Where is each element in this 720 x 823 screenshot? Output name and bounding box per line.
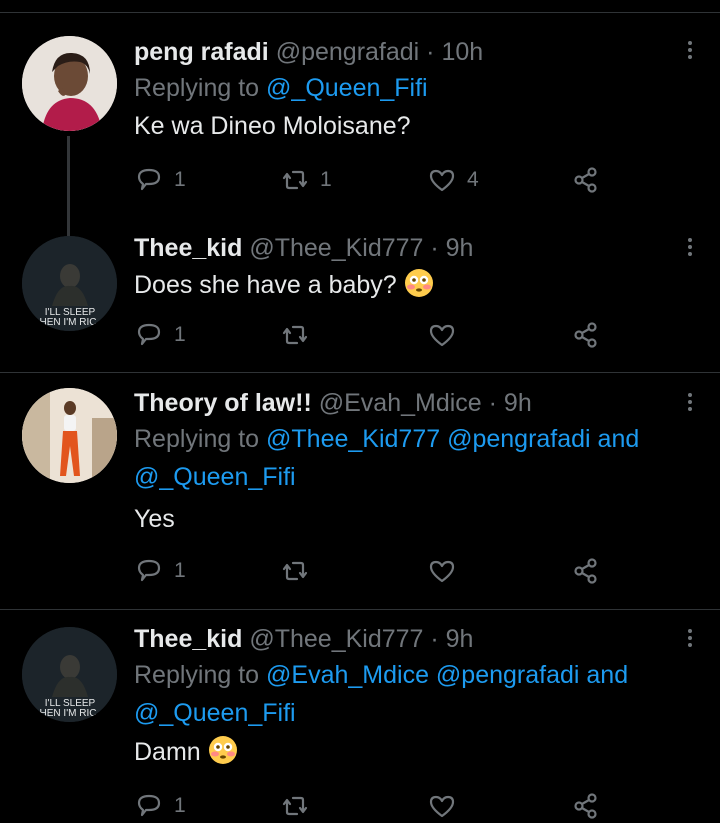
mention-link[interactable]: @_Queen_Fifi <box>266 74 428 102</box>
share-icon <box>574 558 597 584</box>
tweet-actions: 1 <box>134 556 614 586</box>
like-button[interactable]: 4 <box>427 165 479 195</box>
heart-icon <box>429 560 455 583</box>
reply-count: 1 <box>174 794 186 817</box>
retweet-button[interactable] <box>280 556 310 586</box>
tweet-header: peng rafadi @pengrafadi · 10h <box>134 35 680 69</box>
more-icon[interactable] <box>686 38 694 62</box>
divider <box>0 372 720 373</box>
separator: · <box>423 625 446 653</box>
timestamp[interactable]: 9h <box>446 625 474 653</box>
handle[interactable]: @Evah_Mdice <box>319 389 482 417</box>
tweet-actions: 1 <box>134 320 614 350</box>
flushed-face-emoji <box>404 269 433 297</box>
display-name[interactable]: peng rafadi <box>134 38 269 66</box>
timestamp[interactable]: 9h <box>504 389 532 417</box>
share-icon <box>574 793 597 819</box>
retweet-count: 1 <box>320 168 332 191</box>
separator: · <box>419 38 442 66</box>
avatar-thee-kid[interactable]: I'LL SLEEP HEN I'M RIC <box>22 236 117 331</box>
timestamp[interactable]: 10h <box>441 38 483 66</box>
reply-icon <box>137 323 161 346</box>
separator: · <box>481 389 504 417</box>
mention-link[interactable]: @_Queen_Fifi <box>134 694 680 732</box>
display-name[interactable]: Thee_kid <box>134 625 242 653</box>
replying-to: Replying to @Evah_Mdice @pengrafadi and <box>134 661 629 689</box>
share-button[interactable] <box>571 165 601 195</box>
tweet-header: Theory of law!! @Evah_Mdice · 9h <box>134 386 680 420</box>
more-icon[interactable] <box>686 235 694 259</box>
display-name[interactable]: Theory of law!! <box>134 389 312 417</box>
reply-count: 1 <box>174 559 186 582</box>
retweet-icon <box>282 170 308 190</box>
share-button[interactable] <box>571 556 601 586</box>
reply-count: 1 <box>174 323 186 346</box>
retweet-icon <box>282 325 308 345</box>
reply-count: 1 <box>174 168 186 191</box>
reply-button[interactable]: 1 <box>134 556 186 586</box>
tweet-header: Thee_kid @Thee_Kid777 · 9h <box>134 231 680 265</box>
thread-line <box>67 136 70 236</box>
timestamp[interactable]: 9h <box>446 234 474 262</box>
like-button[interactable] <box>427 791 457 821</box>
retweet-button[interactable]: 1 <box>280 165 332 195</box>
tweet-text: Ke wa Dineo Moloisane? <box>134 112 411 140</box>
reply-icon <box>137 168 161 191</box>
top-divider <box>0 0 720 13</box>
avatar-peng-rafadi[interactable] <box>22 36 117 131</box>
handle[interactable]: @Thee_Kid777 <box>249 234 423 262</box>
avatar-text: HEN I'M RIC <box>40 317 97 328</box>
tweet-actions: 1 <box>134 791 614 821</box>
display-name[interactable]: Thee_kid <box>134 234 242 262</box>
retweet-button[interactable] <box>280 791 310 821</box>
replying-to: Replying to @Thee_Kid777 @pengrafadi and <box>134 425 640 453</box>
like-button[interactable] <box>427 320 457 350</box>
tweet-actions: 1 1 4 <box>134 165 614 195</box>
heart-icon <box>429 795 455 818</box>
divider <box>0 609 720 610</box>
replying-to: Replying to @_Queen_Fifi <box>134 74 428 102</box>
reply-button[interactable]: 1 <box>134 320 186 350</box>
heart-icon <box>429 169 455 192</box>
tweet-text: Damn <box>134 733 680 771</box>
retweet-icon <box>282 796 308 816</box>
mention-link[interactable]: @Evah_Mdice @pengrafadi and <box>266 661 628 689</box>
share-icon <box>574 167 597 193</box>
like-count: 4 <box>467 168 479 191</box>
separator: · <box>423 234 446 262</box>
handle[interactable]: @Thee_Kid777 <box>249 625 423 653</box>
tweet-text: Does she have a baby? <box>134 266 680 304</box>
retweet-icon <box>282 561 308 581</box>
reply-button[interactable]: 1 <box>134 791 186 821</box>
avatar-theory-of-law[interactable] <box>22 388 117 483</box>
reply-button[interactable]: 1 <box>134 165 186 195</box>
share-icon <box>574 322 597 348</box>
tweet-header: Thee_kid @Thee_Kid777 · 9h <box>134 622 680 656</box>
reply-icon <box>137 559 161 582</box>
like-button[interactable] <box>427 556 457 586</box>
share-button[interactable] <box>571 791 601 821</box>
avatar-thee-kid[interactable]: I'LL SLEEP HEN I'M RIC <box>22 627 117 722</box>
tweet-text: Yes <box>134 505 175 533</box>
heart-icon <box>429 324 455 347</box>
avatar-text: HEN I'M RIC <box>40 708 97 719</box>
more-icon[interactable] <box>686 626 694 650</box>
flushed-face-emoji <box>208 736 237 764</box>
retweet-button[interactable] <box>280 320 310 350</box>
share-button[interactable] <box>571 320 601 350</box>
mention-link[interactable]: @_Queen_Fifi <box>134 458 680 496</box>
mention-link[interactable]: @Thee_Kid777 @pengrafadi and <box>266 425 639 453</box>
more-icon[interactable] <box>686 390 694 414</box>
handle[interactable]: @pengrafadi <box>276 38 420 66</box>
reply-icon <box>137 794 161 817</box>
